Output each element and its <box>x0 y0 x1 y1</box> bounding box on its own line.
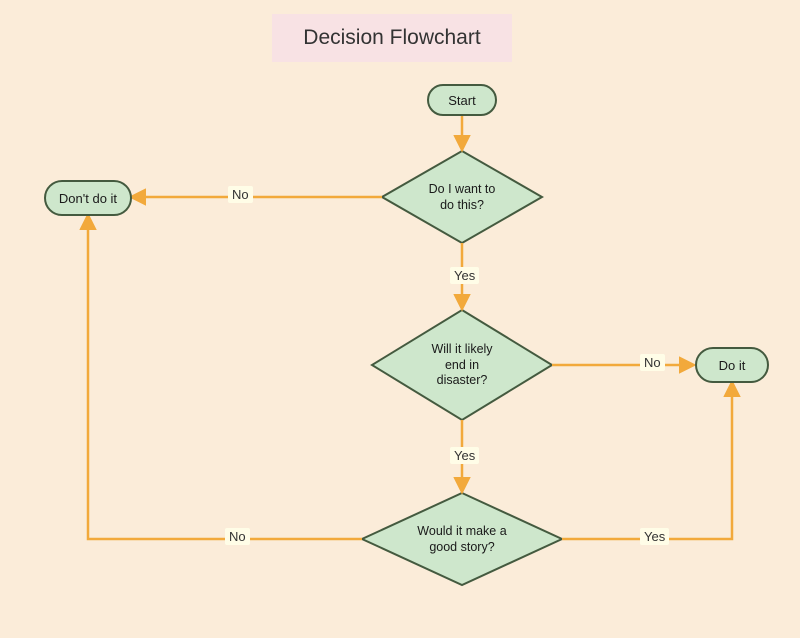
decision-disaster <box>372 310 552 420</box>
node-dont-label: Don't do it <box>59 191 117 206</box>
flowchart-canvas <box>0 0 800 638</box>
label-want-no: No <box>228 186 253 203</box>
edge-story-no <box>88 216 362 539</box>
label-story-no: No <box>225 528 250 545</box>
edge-story-yes <box>562 383 732 539</box>
decision-want <box>382 151 542 243</box>
decision-story <box>362 493 562 585</box>
node-start-label: Start <box>448 93 475 108</box>
label-disaster-yes: Yes <box>450 447 479 464</box>
label-disaster-no: No <box>640 354 665 371</box>
node-doit-label: Do it <box>719 358 746 373</box>
node-dont: Don't do it <box>44 180 132 216</box>
label-want-yes: Yes <box>450 267 479 284</box>
node-start: Start <box>427 84 497 116</box>
node-doit: Do it <box>695 347 769 383</box>
label-story-yes: Yes <box>640 528 669 545</box>
